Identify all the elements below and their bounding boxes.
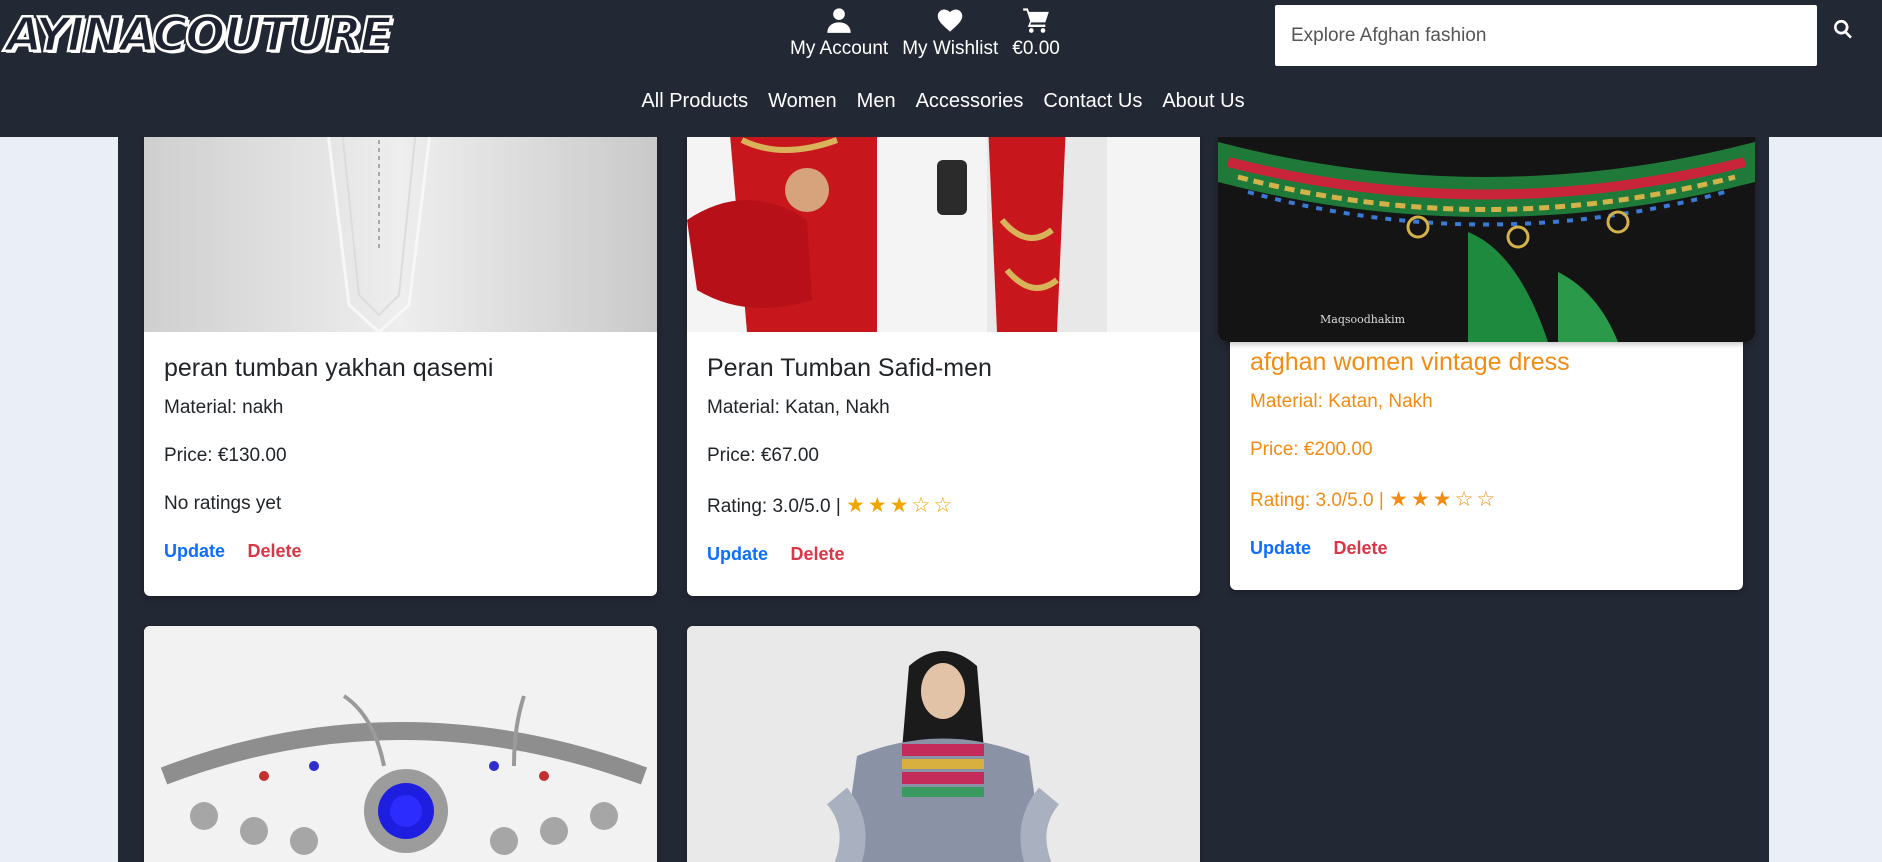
product-price: Price: €200.00 — [1250, 439, 1373, 460]
product-actions: Update Delete — [707, 544, 1180, 565]
cart-link[interactable]: €0.00 — [1012, 6, 1060, 60]
search-button[interactable] — [1832, 18, 1856, 42]
update-link[interactable]: Update — [164, 541, 225, 561]
product-material: Material: Katan, Nakh — [1250, 391, 1433, 412]
photo-credit: Maqsoodhakim — [1320, 313, 1406, 326]
site-logo[interactable]: AYINACOUTURE — [5, 7, 393, 65]
cart-icon — [1023, 8, 1049, 33]
star-rating-icon: ★★★☆☆ — [1389, 488, 1499, 511]
product-info: peran tumban yakhan qasemi Material: nak… — [144, 354, 657, 562]
product-material: Material: Katan, Nakh — [707, 397, 890, 418]
product-rating-row: Rating: 3.0/5.0 | ★★★☆☆ — [1250, 487, 1723, 512]
cart-total: €0.00 — [1012, 38, 1060, 59]
delete-link[interactable]: Delete — [247, 541, 301, 561]
nav-accessories[interactable]: Accessories — [906, 90, 1034, 113]
product-image[interactable] — [687, 626, 1200, 862]
product-card: Peran Tumban Safid-men Material: Katan, … — [687, 100, 1200, 596]
update-link[interactable]: Update — [1250, 538, 1311, 558]
product-title[interactable]: Peran Tumban Safid-men — [707, 354, 1180, 383]
search-icon — [1834, 19, 1852, 39]
product-title[interactable]: afghan women vintage dress — [1250, 348, 1723, 377]
product-image[interactable] — [144, 626, 657, 862]
product-card — [144, 626, 657, 862]
nav-men[interactable]: Men — [847, 90, 906, 113]
my-account-label: My Account — [790, 38, 889, 59]
star-rating-icon: ★★★☆☆ — [846, 494, 956, 517]
my-wishlist-label: My Wishlist — [902, 38, 999, 59]
product-card: peran tumban yakhan qasemi Material: nak… — [144, 100, 657, 596]
my-account-link[interactable]: My Account — [790, 6, 888, 60]
product-price: Price: €67.00 — [707, 445, 819, 466]
product-rating: Rating: 3.0/5.0 | — [707, 496, 841, 517]
product-card — [687, 626, 1200, 862]
update-link[interactable]: Update — [707, 544, 768, 564]
heart-icon — [938, 9, 963, 32]
product-rating-row: Rating: 3.0/5.0 | ★★★☆☆ — [707, 493, 1180, 518]
main-nav: All Products Women Men Accessories Conta… — [0, 90, 1882, 113]
user-icon — [827, 8, 851, 33]
delete-link[interactable]: Delete — [790, 544, 844, 564]
product-material: Material: nakh — [164, 397, 284, 418]
search-input[interactable] — [1275, 5, 1817, 66]
product-actions: Update Delete — [164, 541, 637, 562]
nav-women[interactable]: Women — [758, 90, 847, 113]
product-info: Peran Tumban Safid-men Material: Katan, … — [687, 354, 1200, 565]
site-header: AYINACOUTURE My Account My Wishlist €0.0… — [0, 0, 1882, 137]
product-rating: Rating: 3.0/5.0 | — [1250, 490, 1384, 511]
product-actions: Update Delete — [1250, 538, 1723, 559]
nav-all-products[interactable]: All Products — [631, 90, 758, 113]
header-actions: My Account My Wishlist €0.00 — [790, 6, 1060, 60]
nav-about-us[interactable]: About Us — [1152, 90, 1254, 113]
delete-link[interactable]: Delete — [1333, 538, 1387, 558]
nav-contact-us[interactable]: Contact Us — [1033, 90, 1152, 113]
my-wishlist-link[interactable]: My Wishlist — [902, 6, 998, 60]
product-price: Price: €130.00 — [164, 445, 287, 466]
product-info: afghan women vintage dress Material: Kat… — [1230, 348, 1743, 559]
product-rating: No ratings yet — [164, 493, 282, 514]
product-title[interactable]: peran tumban yakhan qasemi — [164, 354, 637, 383]
